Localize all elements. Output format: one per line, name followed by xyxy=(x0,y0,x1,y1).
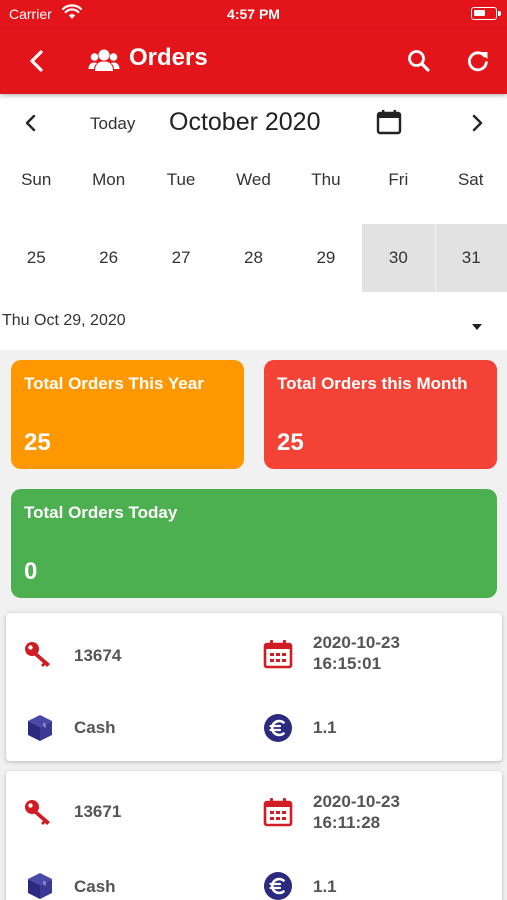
refresh-icon[interactable] xyxy=(463,46,493,76)
calendar-header: Today October 2020 xyxy=(0,94,507,154)
calendar-day[interactable]: 30 xyxy=(362,224,435,292)
clock: 4:57 PM xyxy=(227,6,280,22)
order-time: 16:15:01 xyxy=(313,654,382,673)
weekday-label: Fri xyxy=(388,170,409,189)
stat-card-today: Total Orders Today 0 xyxy=(11,489,497,598)
weekday-label: Thu xyxy=(311,170,341,189)
stat-value: 0 xyxy=(24,558,38,585)
weekday-label: Sat xyxy=(457,170,484,189)
order-card[interactable]: 13671 2020-10-23 16:11:28 Cash 1.1 xyxy=(6,771,502,900)
calendar-icon[interactable] xyxy=(375,108,403,136)
stat-title: Total Orders Today xyxy=(24,503,178,522)
app-bar: Orders xyxy=(0,28,507,94)
search-icon[interactable] xyxy=(404,46,434,76)
order-amount: 1.1 xyxy=(313,718,337,737)
week-days-row: 25 26 27 28 29 30 31 xyxy=(0,224,507,292)
calendar-day[interactable]: 27 xyxy=(145,224,217,292)
battery-icon xyxy=(471,7,501,20)
stat-card-month: Total Orders this Month 25 xyxy=(264,360,497,469)
order-amount: 1.1 xyxy=(313,877,337,896)
box-icon xyxy=(25,871,55,900)
status-bar: Carrier 4:57 PM xyxy=(0,0,507,28)
key-icon xyxy=(23,640,53,670)
today-button[interactable]: Today xyxy=(90,114,135,134)
order-date: 2020-10-23 xyxy=(313,792,400,811)
order-card[interactable]: 13674 2020-10-23 16:15:01 Cash 1.1 xyxy=(6,613,502,761)
calendar-grid-icon xyxy=(263,797,293,827)
stat-title: Total Orders This Year xyxy=(24,374,204,393)
order-date: 2020-10-23 xyxy=(313,633,400,652)
chevron-left-icon[interactable] xyxy=(20,112,42,134)
box-icon xyxy=(25,713,55,743)
calendar-day[interactable]: 25 xyxy=(0,224,72,292)
calendar-day[interactable]: 26 xyxy=(72,224,144,292)
calendar-grid-icon xyxy=(263,639,293,669)
euro-icon xyxy=(263,713,293,743)
calendar-day[interactable]: 29 xyxy=(290,224,362,292)
chevron-right-icon[interactable] xyxy=(466,112,488,134)
page-title: Orders xyxy=(129,44,208,71)
weekday-label: Wed xyxy=(236,170,271,189)
selected-date-label: Thu Oct 29, 2020 xyxy=(2,312,126,329)
euro-icon xyxy=(263,871,293,900)
back-icon[interactable] xyxy=(22,46,52,76)
weekday-label: Sun xyxy=(21,170,52,189)
date-selector[interactable]: Thu Oct 29, 2020 xyxy=(0,292,507,350)
users-icon xyxy=(88,46,120,76)
weekday-label: Tue xyxy=(166,170,196,189)
order-payment: Cash xyxy=(74,877,116,896)
order-id: 13671 xyxy=(74,802,122,821)
caret-down-icon[interactable] xyxy=(471,318,483,330)
stat-card-year: Total Orders This Year 25 xyxy=(11,360,244,469)
calendar-day[interactable]: 31 xyxy=(434,224,507,292)
order-time: 16:11:28 xyxy=(313,813,381,832)
month-label: October 2020 xyxy=(169,108,321,136)
order-payment: Cash xyxy=(74,718,116,737)
order-id: 13674 xyxy=(74,646,122,665)
stat-value: 25 xyxy=(277,429,304,456)
content-area: Total Orders This Year 25 Total Orders t… xyxy=(0,350,507,900)
weekday-label: Mon xyxy=(92,170,126,189)
weekday-row: Sun Mon Tue Wed Thu Fri Sat xyxy=(0,170,507,206)
key-icon xyxy=(23,798,53,828)
stat-value: 25 xyxy=(24,429,51,456)
stat-title: Total Orders this Month xyxy=(277,374,468,393)
calendar-day[interactable]: 28 xyxy=(217,224,289,292)
